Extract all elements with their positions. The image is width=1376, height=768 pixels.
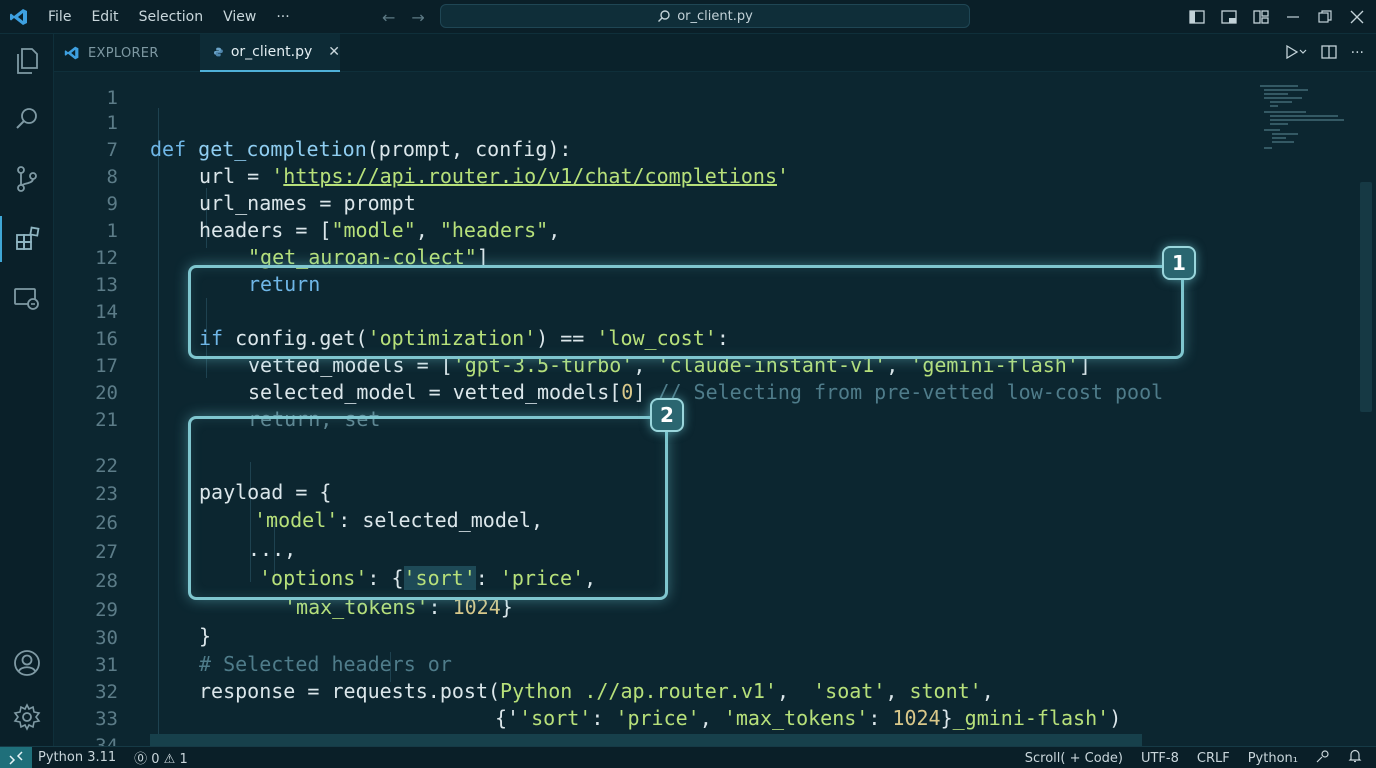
eol-status[interactable]: CRLF xyxy=(1197,751,1230,766)
tab-bar: EXPLORER or_client.py ✕ ··· xyxy=(54,34,1376,72)
notifications-bell-icon[interactable] xyxy=(1348,749,1362,767)
back-arrow-icon[interactable]: ← xyxy=(382,8,395,27)
window-controls xyxy=(1188,0,1366,34)
source-control-icon[interactable] xyxy=(0,156,54,202)
accounts-icon[interactable] xyxy=(0,640,54,686)
code-line: 30 # Selected headers or xyxy=(54,599,1354,676)
tab-close-icon[interactable]: ✕ xyxy=(328,44,340,60)
toggle-panel-icon[interactable] xyxy=(1220,8,1238,26)
callout-badge-2: 2 xyxy=(650,398,684,432)
code-line: 34 xyxy=(54,707,1354,746)
forward-arrow-icon[interactable]: → xyxy=(411,8,424,27)
callout-badge-1: 1 xyxy=(1162,246,1196,280)
menu-file[interactable]: File xyxy=(38,0,81,34)
title-bar: File Edit Selection View ··· ← → or_clie… xyxy=(0,0,1376,34)
code-line: 1 "get_auroan-colect"] xyxy=(54,192,1354,269)
minimap[interactable] xyxy=(1258,82,1348,152)
problems-count[interactable]: ⓪ 0 ⚠ 1 xyxy=(134,748,188,767)
vertical-scrollbar[interactable] xyxy=(1360,182,1372,412)
tab-explorer[interactable]: EXPLORER xyxy=(64,34,159,72)
settings-gear-icon[interactable] xyxy=(0,694,54,740)
code-line: 12 return xyxy=(54,219,1354,296)
status-left: Python 3.11 ⓪ 0 ⚠ 1 xyxy=(38,748,188,767)
status-bar: Python 3.11 ⓪ 0 ⚠ 1 Scroll( + Code) UTF-… xyxy=(0,746,1376,768)
code-line: 7 url = 'https://api.router.io/v1/chat/c… xyxy=(54,111,1354,188)
menu-view[interactable]: View xyxy=(213,0,266,34)
search-sidebar-icon[interactable] xyxy=(0,96,54,142)
code-line: 9 headers = ["modle", "headers", xyxy=(54,165,1354,242)
remote-indicator-icon[interactable] xyxy=(0,746,32,768)
explorer-icon[interactable] xyxy=(0,38,54,84)
toggle-sidebar-icon[interactable] xyxy=(1188,8,1206,26)
code-line: 31 response = requests.post(Python .//ap… xyxy=(54,626,1354,703)
editor-actions: ··· xyxy=(1285,34,1364,72)
nav-arrows: ← → xyxy=(382,0,425,34)
code-editor[interactable]: 1 1 def get_completion(prompt, config): … xyxy=(54,72,1376,746)
code-line: 21 xyxy=(54,381,1354,431)
language-mode[interactable]: Python₁ xyxy=(1248,751,1298,766)
python-version[interactable]: Python 3.11 xyxy=(38,750,116,765)
tab-file-label: or_client.py xyxy=(230,44,313,60)
remote-explorer-icon[interactable] xyxy=(0,276,54,322)
code-line: 32 {''sort': 'price', 'max_tokens': 1024… xyxy=(54,653,1354,730)
scroll-status[interactable]: Scroll( + Code) xyxy=(1025,751,1123,766)
menu-edit[interactable]: Edit xyxy=(81,0,128,34)
minimize-icon[interactable] xyxy=(1284,8,1302,26)
menu-selection[interactable]: Selection xyxy=(129,0,214,34)
highlight-box-2 xyxy=(188,416,668,600)
vscode-window: File Edit Selection View ··· ← → or_clie… xyxy=(0,0,1376,768)
status-right: Scroll( + Code) UTF-8 CRLF Python₁ xyxy=(1025,747,1362,768)
more-actions-icon[interactable]: ··· xyxy=(1351,45,1364,61)
activity-bar xyxy=(0,34,54,746)
search-text: or_client.py xyxy=(677,8,753,24)
code-line: 33 return config xyxy=(54,680,1354,746)
encoding-status[interactable]: UTF-8 xyxy=(1141,751,1179,766)
code-line: 1 def get_completion(prompt, config): xyxy=(54,84,1354,161)
code-line: 8 url_names = prompt xyxy=(54,138,1354,215)
customize-layout-icon[interactable] xyxy=(1252,8,1270,26)
tab-or-client-py[interactable]: or_client.py ✕ xyxy=(200,34,340,72)
extensions-icon[interactable] xyxy=(0,216,54,262)
python-file-icon xyxy=(214,47,223,57)
menu-more[interactable]: ··· xyxy=(266,0,299,34)
tab-explorer-label: EXPLORER xyxy=(88,45,159,61)
run-icon[interactable] xyxy=(1285,44,1307,63)
command-center-search[interactable]: or_client.py xyxy=(440,4,970,28)
search-icon xyxy=(658,10,670,22)
highlight-box-1 xyxy=(188,265,1184,359)
vscode-logo-icon xyxy=(0,0,38,34)
vscode-small-icon xyxy=(64,46,79,60)
feedback-icon[interactable] xyxy=(1316,749,1330,767)
close-window-icon[interactable] xyxy=(1348,8,1366,26)
menu-bar: File Edit Selection View ··· xyxy=(38,0,300,34)
restore-icon[interactable] xyxy=(1316,8,1334,26)
horizontal-scrollbar[interactable] xyxy=(150,734,1142,746)
split-editor-icon[interactable] xyxy=(1320,44,1337,63)
